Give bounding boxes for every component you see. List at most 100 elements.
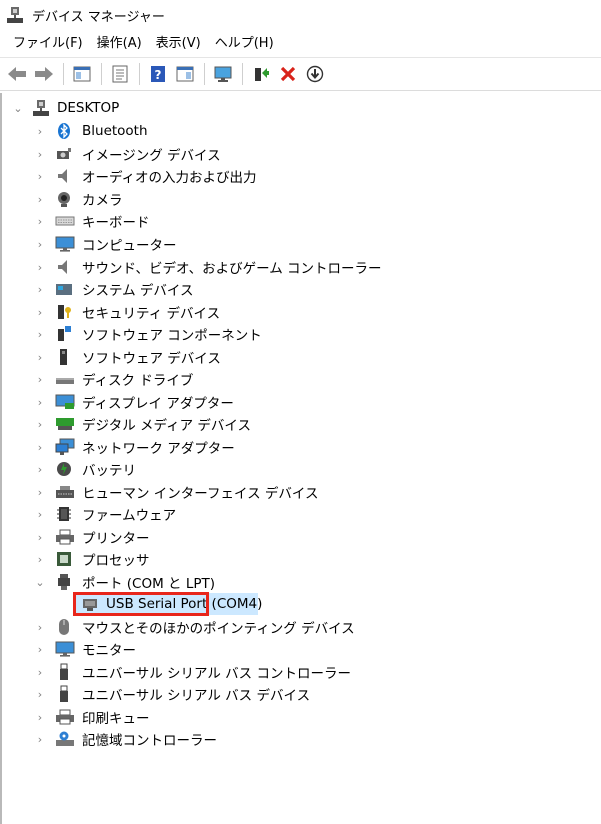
- chevron-right-icon[interactable]: ›: [34, 306, 46, 319]
- window-title: デバイス マネージャー: [32, 9, 165, 25]
- chevron-right-icon[interactable]: ›: [34, 486, 46, 499]
- svg-text:?: ?: [155, 68, 162, 82]
- keyboard-icon: [55, 212, 75, 230]
- down-arrow-circle-icon: [306, 65, 324, 83]
- uninstall-device-button[interactable]: [275, 61, 301, 87]
- device-manager-icon: [6, 6, 24, 24]
- chevron-right-icon[interactable]: ›: [34, 373, 46, 386]
- action-pane-button[interactable]: [172, 61, 198, 87]
- arrow-left-icon: [8, 67, 26, 81]
- tree-item-label: キーボード: [82, 215, 150, 231]
- menu-view[interactable]: 表示(V): [149, 32, 208, 56]
- red-x-icon: [280, 66, 296, 82]
- chevron-right-icon[interactable]: ›: [34, 148, 46, 161]
- network-adapter-icon: [55, 438, 75, 456]
- tree-item-usb-controllers[interactable]: › ユニバーサル シリアル バス コントローラー: [2, 661, 597, 683]
- chevron-right-icon[interactable]: ›: [34, 283, 46, 296]
- menu-help[interactable]: ヘルプ(H): [208, 32, 281, 56]
- chevron-down-icon[interactable]: ⌄: [34, 576, 46, 589]
- forward-button[interactable]: [31, 61, 57, 87]
- tree-item-label: ディスプレイ アダプター: [82, 396, 234, 412]
- tree-item-mice[interactable]: › マウスとそのほかのポインティング デバイス: [2, 616, 597, 638]
- tree-item-camera[interactable]: › カメラ: [2, 188, 597, 210]
- disable-device-button[interactable]: [302, 61, 328, 87]
- tree-item-label: サウンド、ビデオ、およびゲーム コントローラー: [82, 261, 382, 277]
- tree-item-print-queues[interactable]: › 印刷キュー: [2, 706, 597, 728]
- action-pane-icon: [176, 66, 194, 82]
- tree-item-bluetooth[interactable]: › Bluetooth: [2, 120, 597, 142]
- tree-item-software-components[interactable]: › ソフトウェア コンポーネント: [2, 323, 597, 345]
- chevron-right-icon[interactable]: ›: [34, 711, 46, 724]
- tree-item-software-devices[interactable]: › ソフトウェア デバイス: [2, 346, 597, 368]
- chevron-right-icon[interactable]: ›: [34, 396, 46, 409]
- tree-item-label: 印刷キュー: [82, 711, 150, 727]
- printer-icon: [55, 528, 74, 546]
- chevron-right-icon[interactable]: ›: [34, 193, 46, 206]
- tree-item-label: ユニバーサル シリアル バス デバイス: [82, 688, 311, 704]
- update-driver-button[interactable]: [248, 61, 274, 87]
- annotation-highlight-box: [73, 592, 209, 616]
- chevron-right-icon[interactable]: ›: [34, 418, 46, 431]
- tree-item-label: ファームウェア: [82, 508, 177, 524]
- tree-item-processors[interactable]: › プロセッサ: [2, 548, 597, 570]
- chevron-right-icon[interactable]: ›: [34, 170, 46, 183]
- tree-item-keyboard[interactable]: › キーボード: [2, 210, 597, 232]
- tree-item-firmware[interactable]: › ファームウェア: [2, 503, 597, 525]
- tree-item-network-adapters[interactable]: › ネットワーク アダプター: [2, 436, 597, 458]
- update-driver-icon: [255, 68, 269, 81]
- menu-file[interactable]: ファイル(F): [6, 32, 90, 56]
- tree-item-label: バッテリ: [82, 463, 136, 479]
- tree-root-label: DESKTOP: [57, 100, 120, 116]
- chevron-right-icon[interactable]: ›: [34, 621, 46, 634]
- tree-item-audio-io[interactable]: › オーディオの入力および出力: [2, 165, 597, 187]
- chevron-right-icon[interactable]: ›: [34, 328, 46, 341]
- chevron-right-icon[interactable]: ›: [34, 531, 46, 544]
- tree-item-ports[interactable]: ⌄ ポート (COM と LPT): [2, 571, 597, 593]
- chevron-right-icon[interactable]: ›: [34, 643, 46, 656]
- mouse-icon: [55, 618, 73, 636]
- chevron-right-icon[interactable]: ›: [34, 238, 46, 251]
- chevron-right-icon[interactable]: ›: [34, 508, 46, 521]
- tree-item-sound-video-game[interactable]: › サウンド、ビデオ、およびゲーム コントローラー: [2, 256, 597, 278]
- tree-item-disk-drives[interactable]: › ディスク ドライブ: [2, 368, 597, 390]
- chevron-down-icon[interactable]: ⌄: [12, 102, 24, 115]
- tree-item-system-devices[interactable]: › システム デバイス: [2, 278, 597, 300]
- help-button[interactable]: ?: [145, 61, 171, 87]
- chevron-right-icon[interactable]: ›: [34, 463, 46, 476]
- chevron-right-icon[interactable]: ›: [34, 441, 46, 454]
- tree-item-label: ポート (COM と LPT): [82, 576, 216, 592]
- tree-root-desktop[interactable]: ⌄ DESKTOP: [2, 97, 597, 119]
- tree-item-human-interface-devices[interactable]: › ヒューマン インターフェイス デバイス: [2, 481, 597, 503]
- tree-item-security-devices[interactable]: › セキュリティ デバイス: [2, 301, 597, 323]
- chevron-right-icon[interactable]: ›: [34, 351, 46, 364]
- disk-drive-icon: [55, 370, 74, 388]
- chevron-right-icon[interactable]: ›: [34, 666, 46, 679]
- show-hide-console-tree-button[interactable]: [69, 61, 95, 87]
- chevron-right-icon[interactable]: ›: [34, 261, 46, 274]
- chevron-right-icon[interactable]: ›: [34, 125, 46, 138]
- chevron-right-icon[interactable]: ›: [34, 688, 46, 701]
- tree-item-printers[interactable]: › プリンター: [2, 526, 597, 548]
- chevron-right-icon[interactable]: ›: [34, 553, 46, 566]
- back-button[interactable]: [4, 61, 30, 87]
- tree-item-digital-media-devices[interactable]: › デジタル メディア デバイス: [2, 413, 597, 435]
- chevron-right-icon[interactable]: ›: [34, 733, 46, 746]
- tree-item-usb-devices[interactable]: › ユニバーサル シリアル バス デバイス: [2, 683, 597, 705]
- menu-action[interactable]: 操作(A): [90, 32, 149, 56]
- toolbar-separator: [204, 63, 205, 85]
- usb-icon: [55, 685, 73, 703]
- properties-button[interactable]: [107, 61, 133, 87]
- toolbar-separator: [63, 63, 64, 85]
- tree-item-label: コンピューター: [82, 238, 177, 254]
- tree-item-batteries[interactable]: › バッテリ: [2, 458, 597, 480]
- tree-item-storage-controllers[interactable]: › 記憶域コントローラー: [2, 728, 597, 750]
- tree-item-monitors[interactable]: › モニター: [2, 638, 597, 660]
- tree-item-imaging-devices[interactable]: › イメージング デバイス: [2, 143, 597, 165]
- tree-item-computer[interactable]: › コンピューター: [2, 233, 597, 255]
- scan-hardware-button[interactable]: [210, 61, 236, 87]
- chevron-right-icon[interactable]: ›: [34, 215, 46, 228]
- tree-item-label: セキュリティ デバイス: [82, 306, 221, 322]
- tree-item-usb-serial-port[interactable]: USB Serial Port (COM4): [2, 592, 597, 616]
- speaker-icon: [55, 167, 73, 185]
- tree-item-display-adapters[interactable]: › ディスプレイ アダプター: [2, 391, 597, 413]
